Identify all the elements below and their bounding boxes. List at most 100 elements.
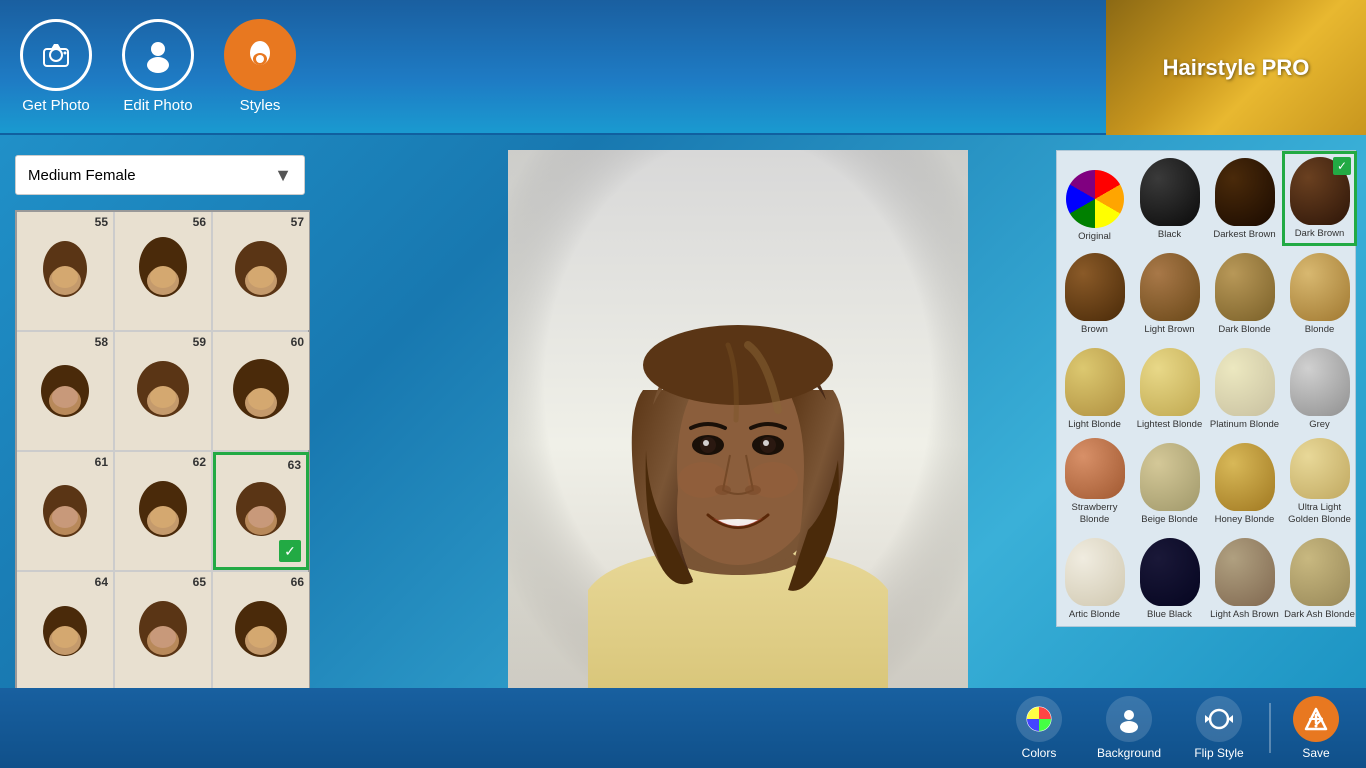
styles-nav[interactable]: Styles <box>224 19 296 114</box>
lightest-blonde-swatch <box>1140 348 1200 416</box>
logo-text: Hairstyle PRO <box>1163 55 1310 81</box>
color-strawberry-blonde[interactable]: Strawberry Blonde <box>1057 436 1132 531</box>
light-brown-swatch <box>1140 253 1200 321</box>
selected-check-icon: ✓ <box>279 540 301 562</box>
flip-icon <box>1196 696 1242 742</box>
brown-swatch <box>1065 253 1125 321</box>
style-item-61[interactable]: 61 <box>17 452 113 570</box>
color-dark-blonde-label: Dark Blonde <box>1218 324 1270 335</box>
save-button[interactable]: Save <box>1276 691 1356 766</box>
blonde-swatch <box>1290 253 1350 321</box>
strawberry-blonde-swatch <box>1065 438 1125 499</box>
color-platinum-blonde-label: Platinum Blonde <box>1210 419 1279 430</box>
color-honey-blonde[interactable]: Honey Blonde <box>1207 436 1282 531</box>
color-lightest-blonde-label: Lightest Blonde <box>1137 419 1203 430</box>
color-light-brown-label: Light Brown <box>1144 324 1194 335</box>
flip-style-tool[interactable]: Flip Style <box>1174 691 1264 766</box>
style-item-55[interactable]: 55 <box>17 212 113 330</box>
style-grid: 55 56 57 <box>15 210 310 692</box>
flip-style-label: Flip Style <box>1194 746 1243 760</box>
color-artic-blonde-label: Artic Blonde <box>1069 609 1120 620</box>
photo-frame <box>508 150 968 740</box>
get-photo-nav[interactable]: Get Photo <box>20 19 92 114</box>
save-label: Save <box>1302 746 1329 760</box>
style-category-dropdown[interactable]: Medium Female ▼ <box>15 155 305 195</box>
color-blonde[interactable]: Blonde <box>1282 246 1357 341</box>
color-light-ash-brown[interactable]: Light Ash Brown <box>1207 531 1282 626</box>
color-selector-panel: Original Black Darkest Brown Dark Brown … <box>1046 135 1366 768</box>
color-dark-brown[interactable]: Dark Brown <box>1282 151 1357 246</box>
style-selector-panel: Medium Female ▼ 55 56 <box>0 135 430 768</box>
grey-swatch <box>1290 348 1350 416</box>
style-item-66[interactable]: 66 <box>213 572 309 690</box>
color-strawberry-blonde-label: Strawberry Blonde <box>1059 502 1130 525</box>
app-logo: Hairstyle PRO <box>1106 0 1366 135</box>
style-item-64[interactable]: 64 <box>17 572 113 690</box>
edit-photo-label: Edit Photo <box>123 97 192 114</box>
color-black[interactable]: Black <box>1132 151 1207 246</box>
style-item-59[interactable]: 59 <box>115 332 211 450</box>
color-honey-blonde-label: Honey Blonde <box>1215 514 1275 525</box>
style-item-57[interactable]: 57 <box>213 212 309 330</box>
platinum-blonde-swatch <box>1215 348 1275 416</box>
beige-blonde-swatch <box>1140 443 1200 511</box>
color-darkest-brown-label: Darkest Brown <box>1213 229 1275 240</box>
color-brown[interactable]: Brown <box>1057 246 1132 341</box>
color-blue-black-label: Blue Black <box>1147 609 1192 620</box>
honey-blonde-swatch <box>1215 443 1275 511</box>
style-item-60[interactable]: 60 <box>213 332 309 450</box>
toolbar-divider <box>1269 703 1271 753</box>
person-icon <box>122 19 194 91</box>
color-darkest-brown[interactable]: Darkest Brown <box>1207 151 1282 246</box>
styles-label: Styles <box>240 97 281 114</box>
ultra-light-golden-blonde-swatch <box>1290 438 1350 499</box>
color-beige-blonde[interactable]: Beige Blonde <box>1132 436 1207 531</box>
edit-photo-nav[interactable]: Edit Photo <box>122 19 194 114</box>
style-item-56[interactable]: 56 <box>115 212 211 330</box>
background-icon <box>1106 696 1152 742</box>
color-ultra-light-golden-blonde-label: Ultra Light Golden Blonde <box>1284 502 1355 525</box>
light-ash-brown-swatch <box>1215 538 1275 606</box>
color-blonde-label: Blonde <box>1305 324 1335 335</box>
bottom-toolbar: Colors Background Flip Style <box>0 688 1366 768</box>
colors-tool[interactable]: Colors <box>994 691 1084 766</box>
rainbow-icon <box>1066 170 1124 228</box>
dark-brown-swatch <box>1290 157 1350 225</box>
colors-icon <box>1016 696 1062 742</box>
color-light-blonde-label: Light Blonde <box>1068 419 1121 430</box>
light-blonde-swatch <box>1065 348 1125 416</box>
style-item-65[interactable]: 65 <box>115 572 211 690</box>
color-grey[interactable]: Grey <box>1282 341 1357 436</box>
background-tool[interactable]: Background <box>1084 691 1174 766</box>
style-item-63[interactable]: 63 ✓ <box>213 452 309 570</box>
hair-icon <box>224 19 296 91</box>
colors-label: Colors <box>1022 746 1057 760</box>
color-grid: Original Black Darkest Brown Dark Brown … <box>1056 150 1356 627</box>
artic-blonde-swatch <box>1065 538 1125 606</box>
color-blue-black[interactable]: Blue Black <box>1132 531 1207 626</box>
color-lightest-blonde[interactable]: Lightest Blonde <box>1132 341 1207 436</box>
darkest-brown-swatch <box>1215 158 1275 226</box>
style-item-58[interactable]: 58 <box>17 332 113 450</box>
preview-area <box>430 135 1046 768</box>
color-platinum-blonde[interactable]: Platinum Blonde <box>1207 341 1282 436</box>
camera-icon <box>20 19 92 91</box>
color-light-blonde[interactable]: Light Blonde <box>1057 341 1132 436</box>
color-artic-blonde[interactable]: Artic Blonde <box>1057 531 1132 626</box>
color-reset[interactable]: Original <box>1057 151 1132 246</box>
style-item-62[interactable]: 62 <box>115 452 211 570</box>
color-brown-label: Brown <box>1081 324 1108 335</box>
color-light-brown[interactable]: Light Brown <box>1132 246 1207 341</box>
get-photo-label: Get Photo <box>22 97 90 114</box>
color-reset-label: Original <box>1078 231 1111 242</box>
color-light-ash-brown-label: Light Ash Brown <box>1210 609 1279 620</box>
background-label: Background <box>1097 746 1161 760</box>
main-content: Medium Female ▼ 55 56 <box>0 135 1366 768</box>
header: Get Photo Edit Photo Styles Hairstyle PR… <box>0 0 1366 135</box>
dropdown-label: Medium Female <box>28 167 136 184</box>
color-ultra-light-golden-blonde[interactable]: Ultra Light Golden Blonde <box>1282 436 1357 531</box>
color-dark-ash-blonde[interactable]: Dark Ash Blonde <box>1282 531 1357 626</box>
black-swatch <box>1140 158 1200 226</box>
color-dark-blonde[interactable]: Dark Blonde <box>1207 246 1282 341</box>
color-grey-label: Grey <box>1309 419 1330 430</box>
